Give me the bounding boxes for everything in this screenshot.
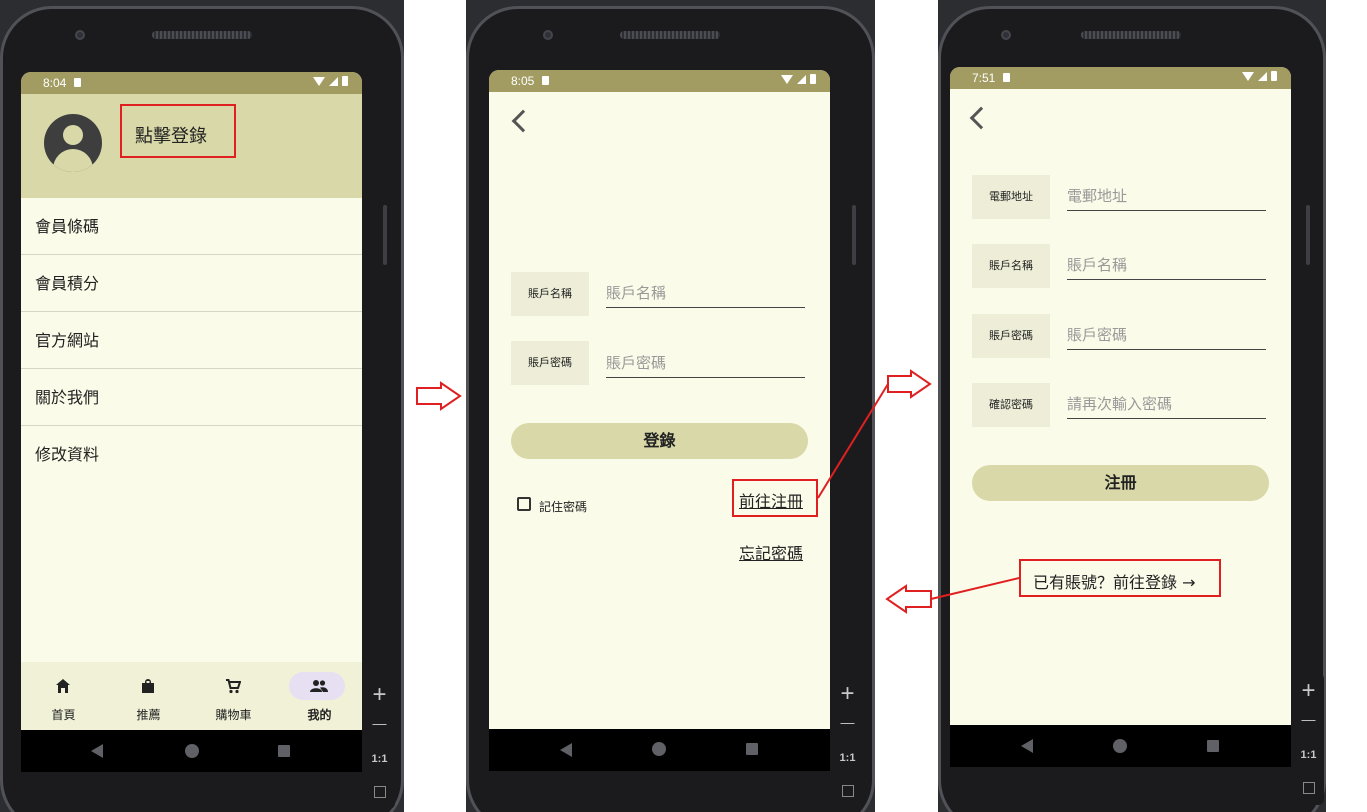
stage: 8:04 點擊登錄 會員條碼 會員積分 官方網站 關於我們 修改資料 首頁 推薦… [0, 0, 1367, 812]
connector-line [817, 383, 889, 499]
arrow-left-icon [885, 584, 932, 614]
annotation-arrows [416, 369, 1020, 614]
connector-line [930, 577, 1020, 600]
arrow-right-icon [887, 369, 932, 399]
arrow-right-icon [416, 381, 462, 411]
